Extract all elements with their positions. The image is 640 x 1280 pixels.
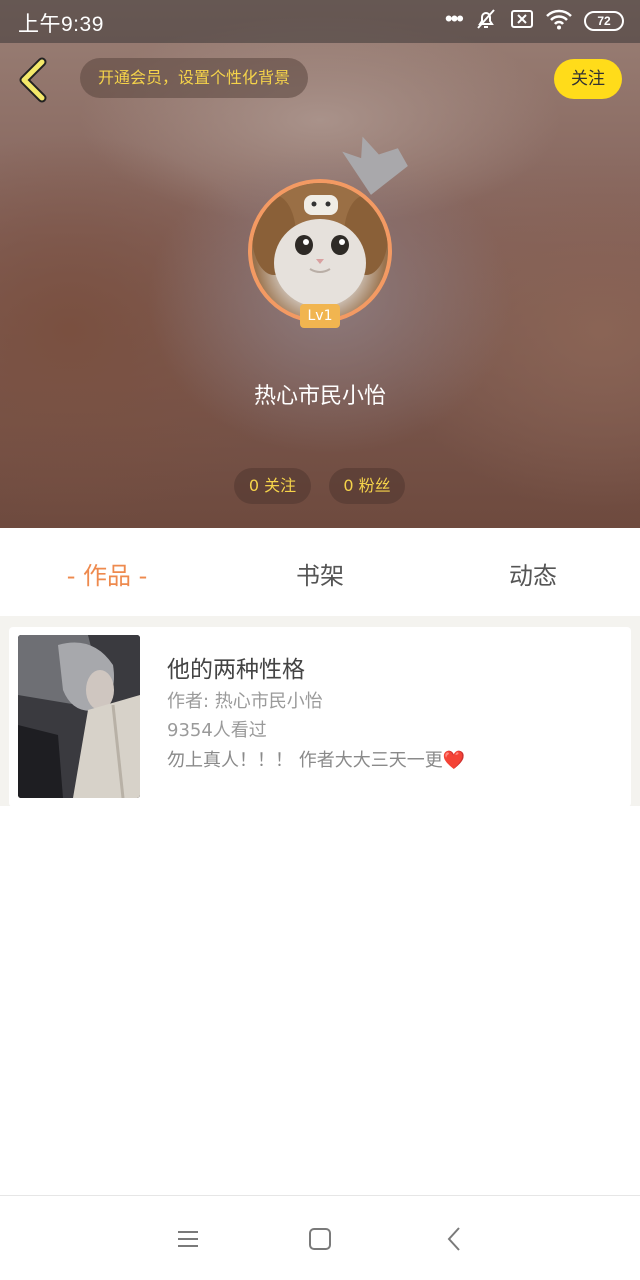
home-button[interactable] (305, 1224, 335, 1254)
tab-bookshelf[interactable]: 书架 (240, 556, 400, 591)
book-title[interactable]: 他的两种性格 (167, 650, 305, 684)
tab-works[interactable]: - 作品 - (27, 556, 187, 591)
square-icon (309, 1228, 331, 1250)
cat-avatar-image (252, 183, 388, 307)
vip-background-prompt[interactable]: 开通会员，设置个性化背景 (80, 58, 309, 98)
status-icons: ••• 72 (444, 6, 624, 36)
profile-header: 上午9:39 ••• 72 开通会员，设置个性化背景 关注 Lv1 热心市民小怡… (0, 0, 640, 528)
avatar[interactable] (248, 179, 392, 323)
tab-activity[interactable]: 动态 (453, 556, 613, 591)
book-description-text: 勿上真人！！！ 作者大大三天一更 (167, 750, 443, 771)
menu-button[interactable] (173, 1224, 203, 1254)
book-cover[interactable] (18, 635, 140, 798)
cover-image (18, 635, 140, 798)
sim-x-icon (510, 8, 534, 35)
back-arrow-icon (447, 1227, 460, 1251)
book-author: 作者: 热心市民小怡 (167, 691, 323, 712)
follow-button[interactable]: 关注 (554, 59, 622, 99)
system-nav-bar (0, 1195, 640, 1280)
heart-icon: ❤️ (442, 750, 466, 771)
profile-tabs: - 作品 - 书架 动态 (0, 528, 640, 616)
book-views: 9354人看过 (167, 720, 267, 741)
username: 热心市民小怡 (253, 384, 386, 409)
wifi-icon (546, 8, 572, 35)
status-bar: 上午9:39 ••• 72 (0, 0, 640, 43)
status-time: 上午9:39 (18, 13, 104, 36)
more-dots-icon: ••• (444, 6, 464, 31)
fans-count[interactable]: 0 粉丝 (329, 468, 405, 504)
back-button[interactable] (14, 56, 54, 104)
level-badge: Lv1 (300, 304, 340, 328)
mute-bell-icon (474, 7, 498, 36)
chevron-left-icon (19, 57, 47, 103)
system-back-button[interactable] (440, 1224, 470, 1254)
following-count[interactable]: 0 关注 (234, 468, 311, 504)
menu-icon (178, 1231, 198, 1247)
book-description: 勿上真人！！！ 作者大大三天一更❤️ (167, 746, 465, 772)
battery-icon: 72 (584, 11, 624, 31)
